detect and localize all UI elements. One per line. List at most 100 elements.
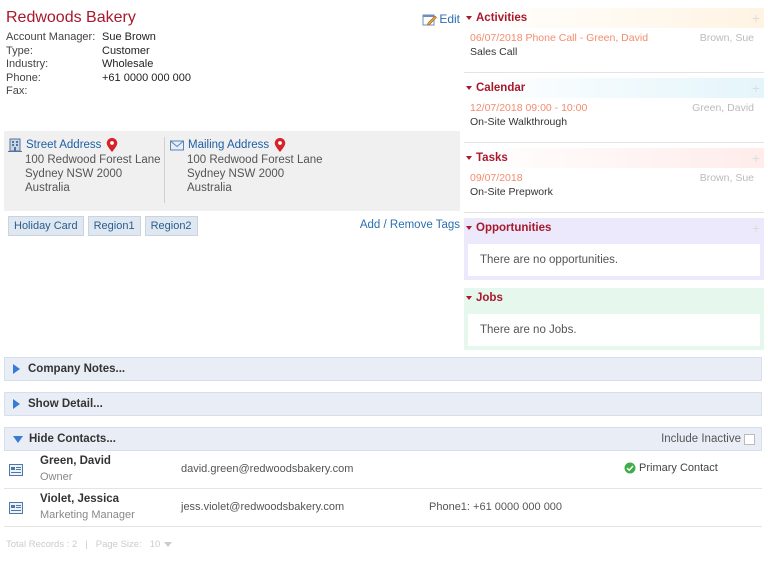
total-records: Total Records : 2: [6, 539, 78, 550]
calendar-item[interactable]: 12/07/2018 09:00 - 10:00 Green, David On…: [464, 98, 764, 128]
activities-panel: Activities + 06/07/2018 Phone Call - Gre…: [464, 8, 764, 70]
building-icon: [8, 138, 22, 152]
chevron-down-icon: [164, 542, 173, 547]
include-inactive-label: Include Inactive: [661, 433, 741, 445]
divider: [464, 212, 764, 213]
field-industry: Industry: Wholesale: [6, 58, 191, 72]
tasks-header[interactable]: Tasks +: [464, 148, 764, 168]
company-fields: Account Manager: Sue Brown Type: Custome…: [6, 31, 191, 99]
field-account-manager: Account Manager: Sue Brown: [6, 31, 191, 45]
company-notes-label: Company Notes...: [28, 363, 126, 375]
tag-region1[interactable]: Region1: [87, 216, 141, 236]
field-label: Phone:: [6, 71, 41, 84]
company-notes-toggle[interactable]: Company Notes...: [4, 357, 762, 381]
company-card: Redwoods Bakery Edit Account Manager: Su…: [4, 8, 460, 238]
tag-holiday-card[interactable]: Holiday Card: [8, 216, 84, 236]
field-phone: Phone: +61 0000 000 000: [6, 72, 191, 86]
jobs-title: Jobs: [476, 292, 503, 304]
vcard-icon[interactable]: [9, 464, 23, 476]
address-box: Street Address 100 Redwood Forest Lane S…: [4, 131, 460, 211]
opportunities-panel: Opportunities + There are no opportuniti…: [464, 218, 764, 280]
street-address-header[interactable]: Street Address: [8, 137, 162, 153]
mailing-address-title: Mailing Address: [188, 139, 270, 151]
opportunities-title: Opportunities: [476, 222, 552, 234]
contact-email[interactable]: jess.violet@redwoodsbakery.com: [181, 501, 344, 513]
calendar-subject: On-Site Walkthrough: [470, 116, 568, 128]
envelope-icon: [170, 140, 184, 151]
activity-subject: Sales Call: [470, 46, 518, 58]
edit-pencil-icon: [422, 14, 438, 25]
add-remove-tags-link[interactable]: Add / Remove Tags: [360, 219, 460, 231]
street-address-title: Street Address: [26, 139, 102, 151]
edit-label: Edit: [439, 12, 460, 26]
divider: [464, 72, 764, 73]
address-divider: [164, 137, 165, 203]
caret-down-icon: [466, 86, 472, 90]
plus-icon[interactable]: +: [752, 150, 760, 166]
field-type: Type: Customer: [6, 45, 191, 59]
activity-item[interactable]: 06/07/2018 Phone Call - Green, David Bro…: [464, 28, 764, 58]
contact-name[interactable]: Green, David: [40, 455, 111, 467]
plus-icon[interactable]: +: [752, 80, 760, 96]
opportunities-empty: There are no opportunities.: [468, 244, 760, 276]
plus-icon[interactable]: +: [752, 220, 760, 236]
map-pin-icon[interactable]: [273, 138, 287, 152]
calendar-panel: Calendar + 12/07/2018 09:00 - 10:00 Gree…: [464, 78, 764, 140]
contact-name[interactable]: Violet, Jessica: [40, 493, 119, 505]
show-detail-label: Show Detail...: [28, 398, 103, 410]
mailing-address: Mailing Address 100 Redwood Forest Lane …: [170, 137, 450, 195]
primary-contact-label: Primary Contact: [639, 462, 718, 474]
caret-down-icon: [466, 226, 472, 230]
activities-title: Activities: [476, 12, 528, 24]
tasks-panel: Tasks + 09/07/2018 Brown, Sue On-Site Pr…: [464, 148, 764, 210]
expand-arrow-icon: [13, 364, 20, 374]
include-inactive-checkbox[interactable]: Include Inactive: [661, 433, 755, 445]
mailing-line-1: 100 Redwood Forest Lane: [187, 154, 323, 166]
primary-contact-badge: Primary Contact: [624, 462, 718, 474]
collapse-arrow-icon: [13, 435, 23, 443]
jobs-header[interactable]: Jobs: [464, 288, 764, 308]
plus-icon[interactable]: +: [752, 10, 760, 26]
contact-row[interactable]: Green, David Owner david.green@redwoodsb…: [4, 451, 762, 489]
vcard-icon[interactable]: [9, 502, 23, 514]
opportunities-header[interactable]: Opportunities +: [464, 218, 764, 238]
caret-down-icon: [466, 16, 472, 20]
checkbox[interactable]: [744, 433, 755, 445]
tag-list: Holiday Card Region1 Region2: [8, 216, 198, 236]
field-value: Sue Brown: [102, 31, 156, 43]
expand-arrow-icon: [13, 399, 20, 409]
task-item[interactable]: 09/07/2018 Brown, Sue On-Site Prepwork: [464, 168, 764, 198]
field-label: Account Manager:: [6, 31, 96, 43]
tag-region2[interactable]: Region2: [144, 216, 198, 236]
field-fax: Fax:: [6, 85, 191, 99]
show-detail-toggle[interactable]: Show Detail...: [4, 392, 762, 416]
contact-email[interactable]: david.green@redwoodsbakery.com: [181, 463, 353, 475]
field-value: Customer: [102, 44, 150, 57]
check-circle-icon: [624, 462, 636, 474]
field-label: Type:: [6, 44, 33, 57]
mailing-address-header[interactable]: Mailing Address: [170, 137, 450, 153]
hide-contacts-label: Hide Contacts...: [29, 433, 116, 445]
page-size-value: 10: [149, 539, 161, 550]
street-line-1: 100 Redwood Forest Lane: [25, 154, 161, 166]
contact-role: Owner: [40, 471, 73, 483]
jobs-panel: Jobs There are no Jobs.: [464, 288, 764, 350]
task-subject: On-Site Prepwork: [470, 186, 553, 198]
page-size-label: Page Size:: [95, 539, 142, 550]
calendar-owner: Green, David: [692, 102, 754, 114]
page-size-select[interactable]: 10: [150, 539, 173, 550]
map-pin-icon[interactable]: [105, 138, 119, 152]
activities-header[interactable]: Activities +: [464, 8, 764, 28]
caret-down-icon: [466, 156, 472, 160]
activity-owner: Brown, Sue: [699, 32, 754, 44]
contact-row[interactable]: Violet, Jessica Marketing Manager jess.v…: [4, 489, 762, 527]
hide-contacts-toggle[interactable]: Hide Contacts... Include Inactive: [4, 427, 762, 451]
street-address: Street Address 100 Redwood Forest Lane S…: [8, 137, 162, 195]
company-name: Redwoods Bakery: [6, 9, 136, 26]
mailing-line-3: Australia: [187, 182, 232, 194]
contact-phone: Phone1: +61 0000 000 000: [429, 501, 563, 513]
divider: [464, 142, 764, 143]
edit-button[interactable]: Edit: [422, 12, 460, 26]
field-value: Wholesale: [102, 58, 154, 70]
calendar-header[interactable]: Calendar +: [464, 78, 764, 98]
